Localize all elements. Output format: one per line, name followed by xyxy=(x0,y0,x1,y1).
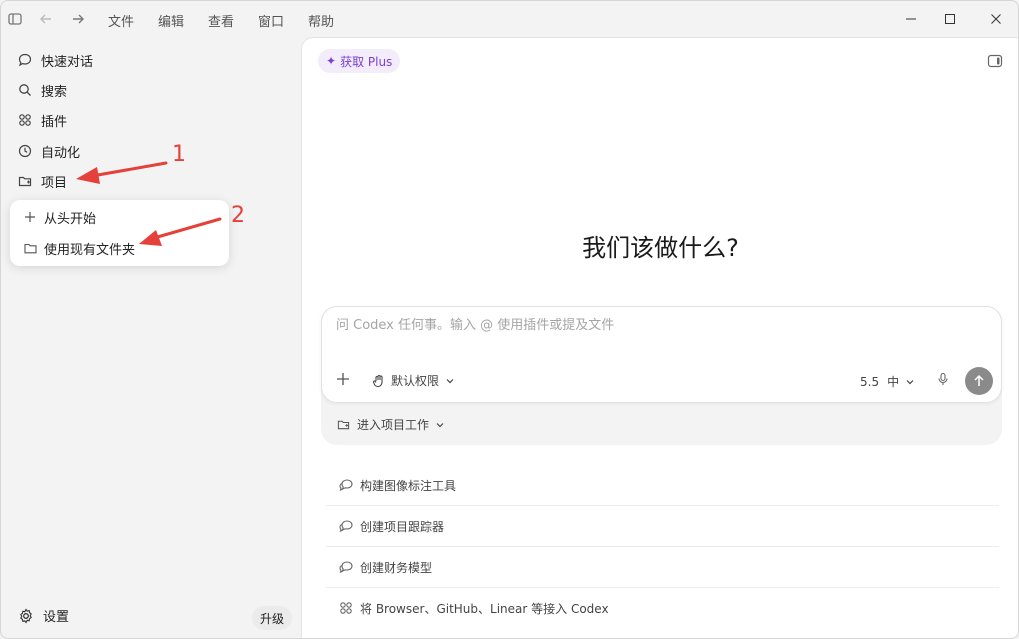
chat-suggestion-icon xyxy=(338,518,354,534)
sidebar-item-quick-chat[interactable]: 快速对话 xyxy=(17,47,93,73)
upgrade-button[interactable]: 升级 xyxy=(252,606,292,630)
plus-icon xyxy=(22,209,38,225)
close-button[interactable] xyxy=(986,9,1006,29)
suggestion-item[interactable]: 将 Browser、GitHub、Linear 等接入 Codex xyxy=(326,588,999,628)
plugins-icon xyxy=(17,112,33,128)
chat-suggestion-icon xyxy=(338,477,354,493)
prompt-input[interactable] xyxy=(334,317,978,334)
menu-item-start-from-scratch[interactable]: 从头开始 xyxy=(22,205,96,229)
suggestion-label: 创建项目跟踪器 xyxy=(360,519,445,534)
clock-icon xyxy=(17,143,33,159)
panel-toggle-icon[interactable] xyxy=(987,53,1003,69)
sparkle-icon: ✦ xyxy=(326,54,337,68)
sidebar-item-label: 插件 xyxy=(41,114,68,130)
hand-icon xyxy=(372,374,386,388)
menu-item-use-existing-folder[interactable]: 使用现有文件夹 xyxy=(22,236,135,260)
menu-file[interactable]: 文件 xyxy=(108,11,134,30)
annotation-number-2: 2 xyxy=(231,203,245,228)
sidebar-toggle-icon[interactable] xyxy=(7,11,23,27)
settings-button[interactable]: 设置 xyxy=(17,606,69,625)
composer: 默认权限 5.5 中 xyxy=(321,306,1002,403)
sidebar-item-label: 项目 xyxy=(41,175,68,191)
suggestion-item[interactable]: 创建项目跟踪器 xyxy=(326,506,999,547)
menu-edit[interactable]: 编辑 xyxy=(158,11,184,30)
menu-help[interactable]: 帮助 xyxy=(308,11,334,30)
sidebar-item-search[interactable]: 搜索 xyxy=(17,77,67,103)
microphone-button[interactable] xyxy=(936,372,950,386)
app-window: 文件 编辑 查看 窗口 帮助 快速对话 搜索 插件 自动化 项目 从头开始 使用… xyxy=(0,0,1019,639)
project-work-dropdown[interactable]: 进入项目工作 xyxy=(337,416,445,433)
suggestion-label: 构建图像标注工具 xyxy=(360,478,457,493)
menu-item-label: 使用现有文件夹 xyxy=(44,242,136,258)
sidebar-item-projects[interactable]: 项目 xyxy=(17,168,67,194)
menu-item-label: 从头开始 xyxy=(44,211,97,227)
chat-bubble-icon xyxy=(17,52,33,68)
microphone-icon xyxy=(938,372,948,385)
back-arrow-icon[interactable] xyxy=(38,11,54,27)
get-plus-button[interactable]: ✦ 获取 Plus xyxy=(318,49,401,73)
settings-label: 设置 xyxy=(43,610,70,625)
forward-arrow-icon[interactable] xyxy=(70,11,86,27)
sidebar-item-label: 搜索 xyxy=(41,84,68,100)
chevron-down-icon xyxy=(435,420,445,430)
add-attachment-button[interactable] xyxy=(336,372,350,386)
project-work-label: 进入项目工作 xyxy=(357,418,430,432)
sidebar-item-label: 快速对话 xyxy=(41,54,94,70)
arrow-up-icon xyxy=(974,374,984,386)
search-icon xyxy=(17,82,33,98)
effort-label: 中 xyxy=(887,375,900,389)
sidebar-item-automation[interactable]: 自动化 xyxy=(17,138,80,164)
chat-suggestion-icon xyxy=(338,559,354,575)
model-dropdown[interactable]: 5.5 中 xyxy=(860,373,915,390)
get-plus-label: 获取 Plus xyxy=(340,54,393,69)
chevron-down-icon xyxy=(445,376,455,386)
suggestion-item[interactable]: 构建图像标注工具 xyxy=(326,465,999,506)
model-label: 5.5 xyxy=(860,374,880,389)
annotation-number-1: 1 xyxy=(172,142,186,167)
folder-add-icon xyxy=(337,418,351,432)
permission-dropdown[interactable]: 默认权限 xyxy=(372,372,455,389)
suggestion-list: 构建图像标注工具 创建项目跟踪器 创建财务模型 将 Browser、GitHub… xyxy=(326,465,999,628)
sidebar-item-label: 自动化 xyxy=(41,145,81,161)
gear-icon xyxy=(17,607,35,625)
minimize-button[interactable] xyxy=(901,9,921,29)
main-panel: ✦ 获取 Plus 我们该做什么? 默认权限 5.5 xyxy=(301,37,1018,638)
suggestion-item[interactable]: 创建财务模型 xyxy=(326,547,999,588)
folder-icon xyxy=(22,240,38,256)
project-menu-popup: 从头开始 使用现有文件夹 xyxy=(10,200,229,266)
sidebar-item-plugins[interactable]: 插件 xyxy=(17,107,67,133)
maximize-button[interactable] xyxy=(940,9,960,29)
suggestion-label: 将 Browser、GitHub、Linear 等接入 Codex xyxy=(360,601,609,616)
chevron-down-icon xyxy=(905,377,915,387)
permission-label: 默认权限 xyxy=(391,374,440,388)
plus-icon xyxy=(337,373,349,385)
suggestion-label: 创建财务模型 xyxy=(360,560,433,575)
plugins-icon xyxy=(338,600,354,616)
page-headline: 我们该做什么? xyxy=(582,234,739,262)
send-button[interactable] xyxy=(965,367,993,395)
menu-view[interactable]: 查看 xyxy=(208,11,234,30)
menu-window[interactable]: 窗口 xyxy=(258,11,284,30)
folder-add-icon xyxy=(17,173,33,189)
title-bar: 文件 编辑 查看 窗口 帮助 xyxy=(1,1,1018,37)
